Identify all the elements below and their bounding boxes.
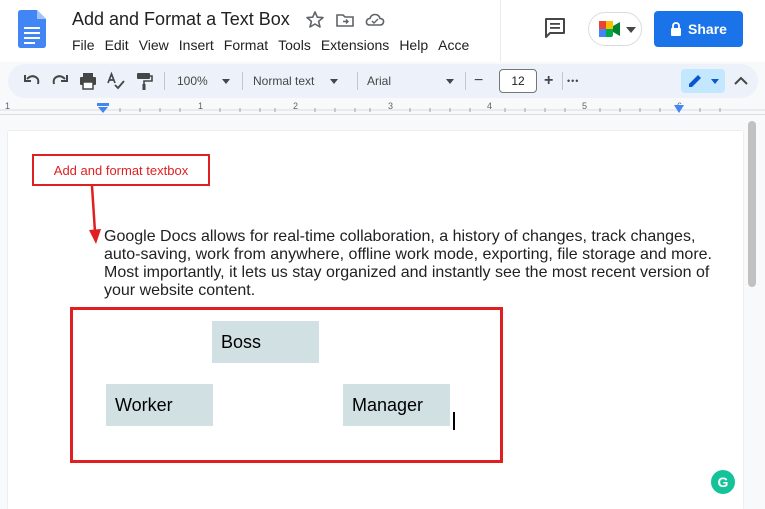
redo-icon[interactable]: [50, 71, 70, 91]
ruler-number: 1: [5, 101, 11, 111]
spellcheck-icon[interactable]: [106, 71, 126, 91]
ruler-number: 2: [293, 101, 299, 111]
grammarly-button[interactable]: G: [711, 470, 735, 494]
style-select[interactable]: Normal text: [253, 71, 339, 91]
ruler-number: 1: [198, 101, 204, 111]
menu-help[interactable]: Help: [394, 37, 433, 53]
font-size-input[interactable]: 12: [499, 69, 537, 93]
right-indent-marker-icon[interactable]: [674, 105, 684, 113]
ruler-ticks: [0, 108, 765, 112]
menu-format[interactable]: Format: [219, 37, 273, 53]
decrease-font-size-button[interactable]: −: [474, 71, 483, 91]
pencil-icon: [689, 75, 701, 87]
paragraph-text[interactable]: Google Docs allows for real-time collabo…: [104, 228, 724, 300]
menu-tools[interactable]: Tools: [273, 37, 316, 53]
ruler-number: 5: [582, 101, 588, 111]
toolbar-divider: [562, 72, 563, 90]
collapse-menus-icon[interactable]: [733, 71, 749, 91]
toolbar-divider: [164, 72, 165, 90]
annotation-callout: Add and format textbox: [32, 154, 210, 186]
text-cursor: [453, 412, 455, 430]
menu-edit[interactable]: Edit: [100, 37, 134, 53]
menu-insert[interactable]: Insert: [174, 37, 219, 53]
chevron-down-icon: [711, 79, 719, 84]
star-icon[interactable]: [305, 10, 325, 30]
share-label: Share: [688, 21, 727, 37]
lock-icon: [671, 22, 682, 36]
zoom-value: 100%: [177, 74, 208, 88]
textbox-boss[interactable]: Boss: [212, 321, 319, 363]
increase-font-size-button[interactable]: +: [544, 71, 553, 91]
chevron-down-icon: [446, 78, 455, 84]
paint-format-icon[interactable]: [134, 71, 154, 91]
move-folder-icon[interactable]: [335, 10, 355, 30]
title-icons: [305, 10, 385, 30]
toolbar-divider: [465, 72, 466, 90]
toolbar-divider: [242, 72, 243, 90]
menu-view[interactable]: View: [134, 37, 174, 53]
menu-accessibility[interactable]: Acce: [433, 37, 474, 53]
menu-file[interactable]: File: [67, 37, 100, 53]
ruler-number: 3: [388, 101, 394, 111]
vertical-scrollbar[interactable]: [748, 121, 756, 287]
font-select[interactable]: Arial: [367, 71, 455, 91]
meet-icon: [599, 21, 620, 37]
toolbar: 100% Normal text Arial − 12 + •••: [8, 64, 758, 98]
document-title[interactable]: Add and Format a Text Box: [72, 9, 290, 30]
left-indent-marker-icon[interactable]: [97, 103, 109, 113]
share-button[interactable]: Share: [654, 11, 743, 47]
editing-mode-button[interactable]: [681, 69, 725, 93]
comment-history-icon[interactable]: [543, 17, 567, 39]
textbox-manager[interactable]: Manager: [343, 384, 450, 426]
style-value: Normal text: [253, 74, 315, 88]
chevron-down-icon: [221, 78, 230, 84]
undo-icon[interactable]: [22, 71, 42, 91]
cloud-saved-icon[interactable]: [365, 10, 385, 30]
horizontal-ruler[interactable]: 1 1 2 3 4 5 6: [0, 99, 765, 115]
meet-button[interactable]: [588, 12, 642, 46]
chevron-down-icon: [330, 78, 339, 84]
print-icon[interactable]: [78, 71, 98, 91]
menu-bar: File Edit View Insert Format Tools Exten…: [67, 37, 474, 53]
zoom-select[interactable]: 100%: [177, 71, 230, 91]
toolbar-divider: [357, 72, 358, 90]
textbox-worker[interactable]: Worker: [106, 384, 213, 426]
chevron-down-icon: [626, 27, 636, 33]
docs-logo-icon[interactable]: [18, 10, 46, 48]
font-value: Arial: [367, 74, 392, 88]
more-options-button[interactable]: •••: [567, 71, 579, 91]
ruler-number: 4: [487, 101, 493, 111]
menu-extensions[interactable]: Extensions: [316, 37, 394, 53]
